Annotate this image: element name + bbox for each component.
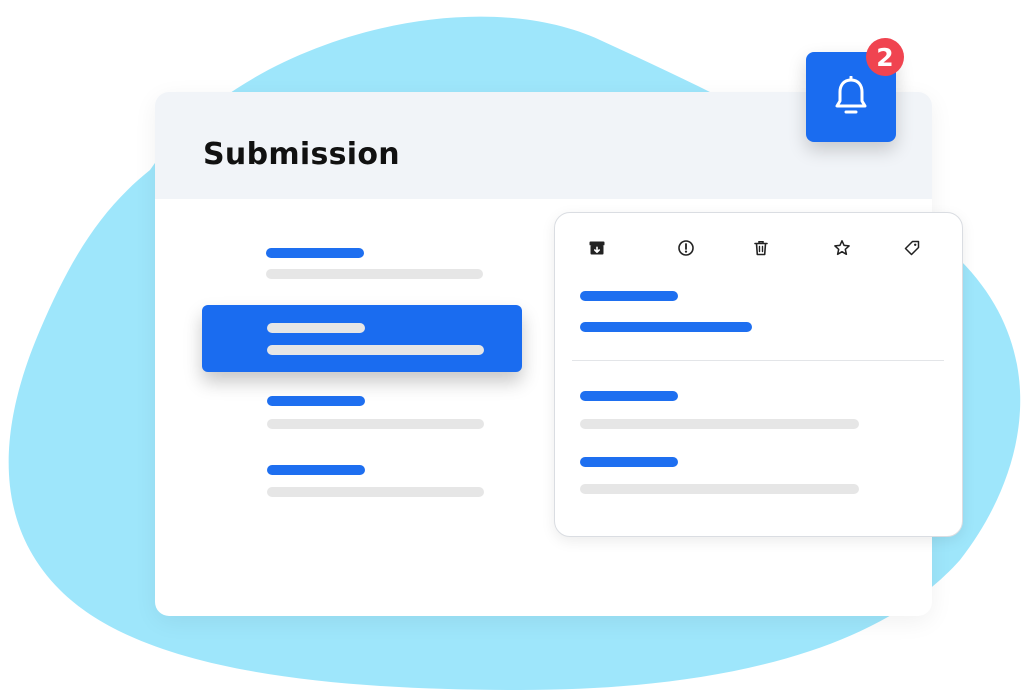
list-item-text-placeholder: [267, 487, 484, 497]
detail-divider: [572, 360, 944, 361]
message-detail-panel: [554, 212, 963, 537]
list-item-selected[interactable]: [202, 305, 522, 372]
report-icon: [678, 240, 694, 256]
list-item-title-placeholder: [266, 248, 364, 258]
detail-section-title-placeholder: [580, 391, 678, 401]
stage: Submission 2: [0, 0, 1024, 695]
star-button[interactable]: [831, 237, 853, 259]
tag-icon: [904, 240, 920, 256]
delete-button[interactable]: [750, 237, 772, 259]
archive-icon: [589, 241, 605, 255]
list-item-title-placeholder: [267, 396, 365, 406]
list-item[interactable]: [155, 452, 535, 512]
detail-heading-placeholder: [580, 291, 678, 301]
detail-section-title-placeholder: [580, 457, 678, 467]
notification-count-badge: 2: [866, 38, 904, 76]
detail-subheading-placeholder: [580, 322, 752, 332]
list-item[interactable]: [155, 382, 535, 442]
detail-section-text-placeholder: [580, 419, 859, 429]
tag-button[interactable]: [901, 237, 923, 259]
list-item-title-placeholder: [267, 323, 365, 333]
star-icon: [834, 240, 850, 256]
archive-button[interactable]: [586, 237, 608, 259]
list-item-text-placeholder: [267, 345, 484, 355]
bell-icon: [835, 76, 867, 114]
list-item-text-placeholder: [267, 419, 484, 429]
page-title: Submission: [203, 137, 400, 172]
list-item-title-placeholder: [267, 465, 365, 475]
delete-icon: [754, 241, 768, 256]
list-item[interactable]: [155, 232, 535, 292]
detail-section-text-placeholder: [580, 484, 859, 494]
report-button[interactable]: [675, 237, 697, 259]
list-item-text-placeholder: [266, 269, 483, 279]
